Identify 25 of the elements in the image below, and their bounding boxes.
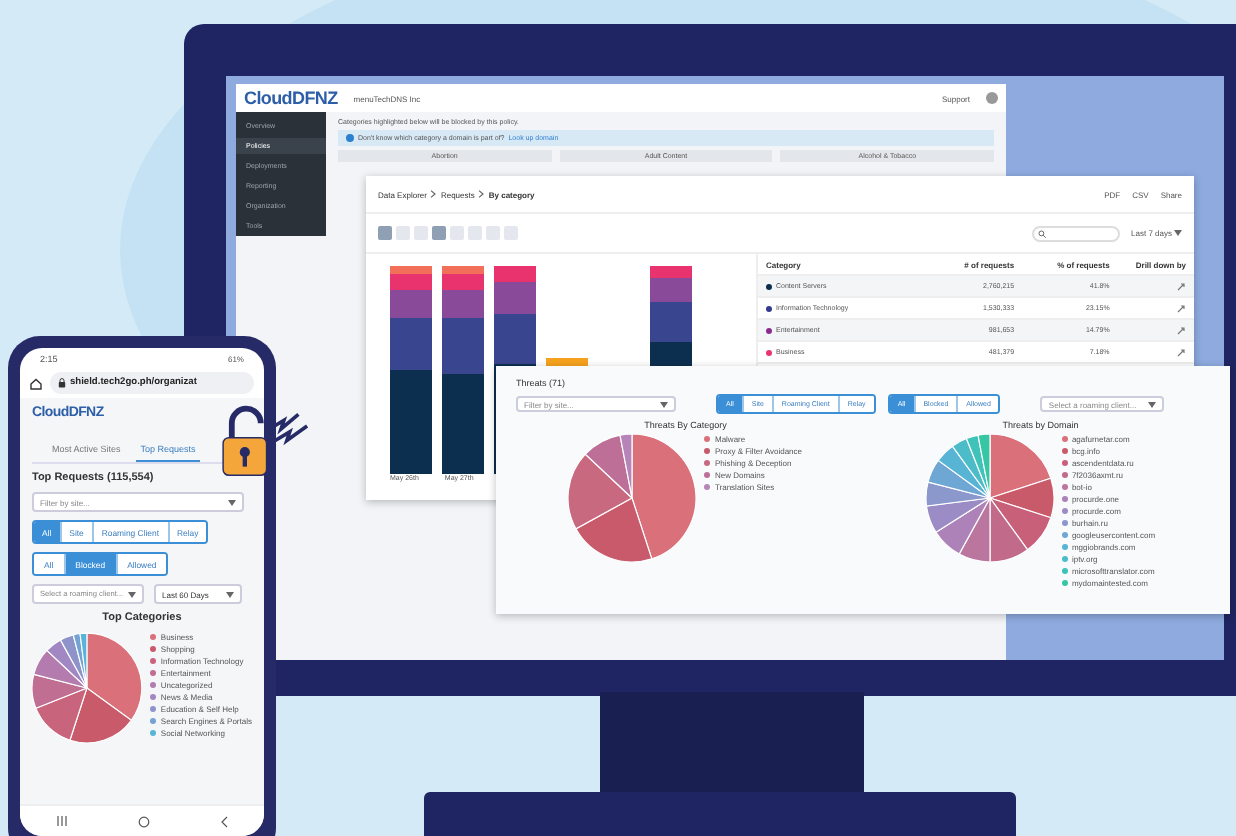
link-icon[interactable] <box>1176 303 1186 313</box>
search-field[interactable] <box>1031 225 1120 241</box>
pie-chart-drawing <box>32 632 142 744</box>
search-icon <box>1037 229 1046 237</box>
home-icon[interactable] <box>30 377 42 389</box>
back-icon[interactable] <box>220 815 229 827</box>
home-button-icon[interactable] <box>137 815 150 827</box>
caret-icon <box>1148 401 1157 407</box>
link-icon[interactable] <box>1176 347 1186 357</box>
caret-icon <box>1174 230 1182 236</box>
info-icon <box>346 134 354 142</box>
caret-icon <box>228 499 236 505</box>
lock-icon <box>58 378 66 388</box>
caret-icon <box>226 591 234 597</box>
recent-apps-icon[interactable] <box>55 816 68 826</box>
caret-icon <box>128 591 136 597</box>
chevron-icon <box>430 190 437 198</box>
pie-chart-drawing <box>925 434 1054 562</box>
chevron-icon <box>478 190 485 198</box>
caret-icon <box>660 401 668 407</box>
link-icon[interactable] <box>1176 325 1186 335</box>
link-icon[interactable] <box>1176 281 1186 291</box>
pie-chart-drawing <box>568 434 697 562</box>
brand-logo: CloudDFNZ <box>244 88 338 108</box>
avatar-icon[interactable] <box>986 92 998 104</box>
